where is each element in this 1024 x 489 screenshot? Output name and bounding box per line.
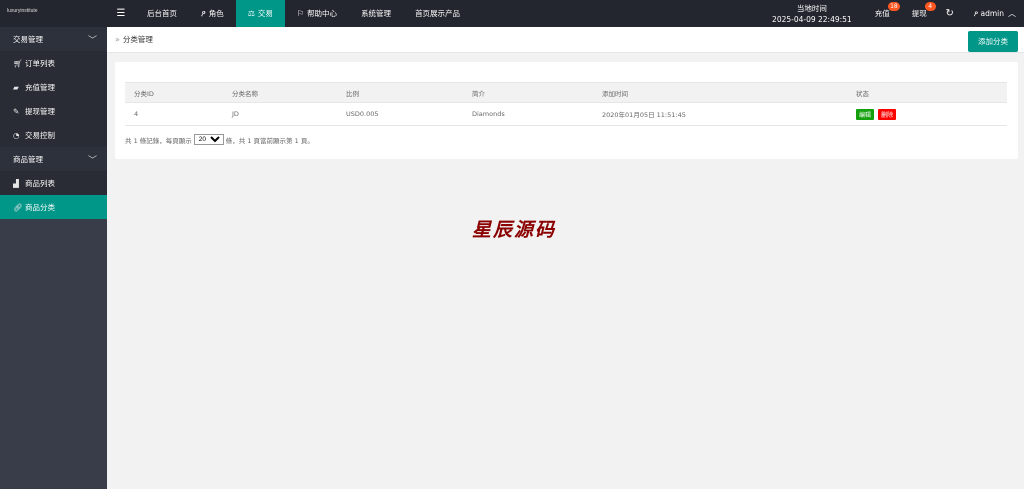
clock-value: 2025-04-09 22:49:51 (772, 14, 852, 24)
gauge-icon: ◔ (13, 130, 20, 140)
cell-intro: Diamonds (463, 102, 593, 126)
col-header-name: 分类名称 (223, 82, 337, 103)
clock-label: 当地时间 (796, 3, 827, 13)
sidebar-item-label: 商品列表 (25, 178, 55, 188)
sidebar-group-label: 交易管理 (13, 34, 43, 44)
cart-icon: 🛒︎ (13, 58, 23, 68)
chevron-down-icon: ﹀ (87, 155, 97, 166)
cell-id: 4 (125, 102, 223, 126)
header-right: 当地时间 2025-04-09 22:49:51 充值 18 提现 4 ↻ ዖ … (760, 0, 1024, 27)
nav-help[interactable]: ⚐ 帮助中心 (285, 0, 349, 27)
user-icon: ዖ (973, 8, 981, 18)
sidebar-item-product-category[interactable]: 🔗︎ 商品分类 (0, 195, 107, 219)
col-header-status: 状态 (847, 82, 1007, 103)
per-page-select[interactable]: 20 (193, 134, 224, 145)
nav-trade-label: 交易 (257, 9, 273, 18)
sidebar-item-orders[interactable]: 🛒︎ 订单列表 (0, 51, 107, 75)
withdraw-link[interactable]: 提现 4 (901, 0, 938, 27)
nav-roles[interactable]: ዖ 角色 (189, 0, 236, 27)
sidebar: 交易管理 ﹀ 🛒︎ 订单列表 ▰ 充值管理 ✎ 提现管理 ◔ 交易控制 商品管理… (0, 27, 107, 489)
user-menu[interactable]: ዖ admin ︿ (962, 0, 1024, 27)
sidebar-item-label: 充值管理 (25, 82, 55, 92)
nav-help-label: 帮助中心 (307, 9, 338, 18)
nav-system-label: 系统管理 (361, 9, 392, 18)
balance-icon: ⚖ (247, 9, 255, 18)
table-header-row: 分类ID 分类名称 比例 简介 添加时间 状态 (125, 82, 1007, 103)
top-nav: ☰ 后台首页 ዖ 角色 ⚖ 交易 ⚐ 帮助中心 系统管理 首页展示产品 (107, 0, 472, 27)
col-header-id: 分类ID (125, 82, 223, 103)
delete-button[interactable]: 删除 (878, 108, 897, 120)
pager-prefix: 共 1 條記錄，每頁顯示 (125, 136, 192, 145)
sidebar-item-label: 交易控制 (25, 130, 55, 140)
nav-dashboard[interactable]: 后台首页 (135, 0, 189, 27)
breadcrumb-separator: » (115, 35, 120, 44)
brand-logo[interactable]: luxuryinstitute luxuryinstitute (0, 0, 1024, 489)
category-table-card: 分类ID 分类名称 比例 简介 添加时间 状态 4 JD USD0.005 Di… (115, 62, 1018, 159)
sidebar-submenu-trade: 🛒︎ 订单列表 ▰ 充值管理 ✎ 提现管理 ◔ 交易控制 (0, 51, 107, 147)
flag-icon: ⚐ (296, 9, 305, 18)
nav-home-products[interactable]: 首页展示产品 (403, 0, 472, 27)
table-row: 4 JD USD0.005 Diamonds 2020年01月05日 11:51… (125, 102, 1007, 126)
sidebar-item-trade-control[interactable]: ◔ 交易控制 (0, 123, 107, 147)
nav-trade[interactable]: ⚖ 交易 (235, 0, 285, 27)
sidebar-group-products[interactable]: 商品管理 ﹀ (0, 147, 107, 171)
user-name: admin (980, 9, 1005, 18)
nav-dashboard-label: 后台首页 (147, 9, 177, 18)
sidebar-submenu-products: ▟ 商品列表 🔗︎ 商品分类 (0, 171, 107, 219)
nav-roles-label: 角色 (208, 9, 224, 18)
col-header-ratio: 比例 (337, 82, 463, 103)
chat-icon: ▰ (13, 82, 19, 92)
category-table: 分类ID 分类名称 比例 简介 添加时间 状态 4 JD USD0.005 Di… (125, 82, 1007, 126)
refresh-icon[interactable]: ↻ (938, 0, 962, 27)
nav-system[interactable]: 系统管理 (349, 0, 403, 27)
cell-time: 2020年01月05日 11:51:45 (593, 102, 847, 126)
sidebar-item-label: 商品分类 (25, 202, 55, 212)
breadcrumb: » 分类管理 添加分类 (107, 27, 1024, 53)
nav-home-products-label: 首页展示产品 (415, 9, 461, 18)
col-header-intro: 简介 (463, 82, 593, 103)
add-category-button[interactable]: 添加分类 (968, 31, 1018, 52)
main-content: » 分类管理 添加分类 分类ID 分类名称 比例 简介 添加时间 状态 4 JD… (107, 27, 1024, 489)
pagination-info: 共 1 條記錄，每頁顯示 20 條，共 1 頁當前顯示第 1 頁。 (125, 134, 314, 145)
tool-icon: ✎ (13, 106, 20, 116)
recharge-link[interactable]: 充值 18 (864, 0, 901, 27)
withdraw-badge: 4 (924, 2, 936, 11)
local-clock: 当地时间 2025-04-09 22:49:51 (760, 3, 864, 25)
hamburger-icon[interactable]: ☰ (107, 0, 135, 27)
edit-button[interactable]: 编辑 (856, 108, 875, 120)
chevron-down-icon: ﹀ (87, 35, 97, 46)
page-title: 分类管理 (122, 35, 153, 44)
top-header: luxuryinstitute luxuryinstitute ☰ 后台首页 ዖ… (0, 0, 1024, 489)
watermark-text: 星辰源码 (472, 219, 557, 241)
sidebar-group-label: 商品管理 (13, 154, 43, 164)
cell-actions: 编辑 删除 (847, 102, 1007, 126)
sidebar-item-product-list[interactable]: ▟ 商品列表 (0, 171, 107, 195)
recharge-label: 充值 (874, 9, 890, 18)
sidebar-group-trade[interactable]: 交易管理 ﹀ (0, 27, 107, 51)
sidebar-item-label: 提现管理 (25, 106, 55, 116)
truck-icon: ▟ (13, 178, 19, 188)
recharge-badge: 18 (888, 2, 900, 11)
sidebar-item-label: 订单列表 (25, 58, 55, 68)
col-header-time: 添加时间 (593, 82, 847, 103)
user-icon: ዖ (201, 8, 206, 18)
chevron-up-icon: ︿ (1008, 9, 1016, 18)
brand-sup: luxuryinstitute (7, 7, 38, 14)
pager-suffix: 條，共 1 頁當前顯示第 1 頁。 (225, 136, 314, 145)
sidebar-item-recharge[interactable]: ▰ 充值管理 (0, 75, 107, 99)
withdraw-label: 提现 (911, 9, 927, 18)
cell-name: JD (223, 102, 337, 126)
sidebar-item-withdraw[interactable]: ✎ 提现管理 (0, 99, 107, 123)
link-icon: 🔗︎ (13, 202, 23, 212)
cell-ratio: USD0.005 (337, 102, 463, 126)
